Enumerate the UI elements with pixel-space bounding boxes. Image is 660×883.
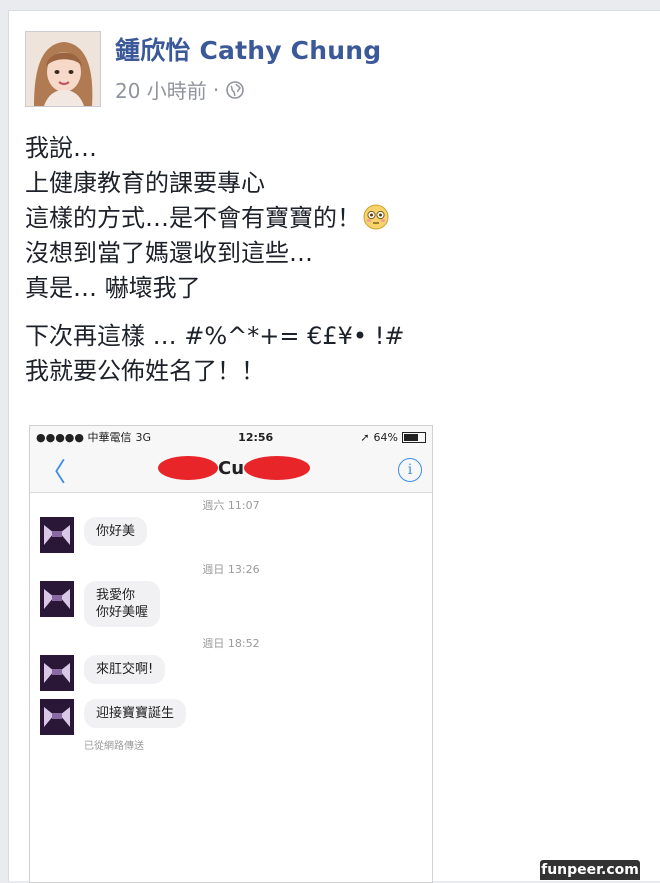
network-label: 3G — [135, 430, 152, 444]
facebook-post: 鍾欣怡 Cathy Chung 20 小時前 · 我說… 上健康教育的課要專心 … — [8, 10, 660, 883]
globe-icon[interactable] — [225, 80, 245, 100]
message-thread: 週六 11:07 你好美 週日 13:26 我愛你 你好美喔 週日 18:52 … — [30, 497, 432, 752]
site-watermark: funpeer.com — [540, 860, 640, 880]
phone-screenshot: ●●●●● 中華電信 3G 12:56 ➚ 64% 〈 Cu i 週六 11:0… — [29, 425, 433, 883]
message-bubble[interactable]: 來肛交啊! — [84, 655, 166, 684]
author-name[interactable]: 鍾欣怡 Cathy Chung — [115, 31, 381, 67]
chevron-left-icon[interactable]: 〈 — [40, 452, 66, 489]
message-text: 我愛你 — [96, 588, 136, 603]
post-body: 我說… 上健康教育的課要專心 這樣的方式…是不會有寶寶的！ 沒想到當了媽還收到這… — [25, 131, 404, 402]
battery-percent: 64% — [373, 430, 398, 444]
post-meta: 20 小時前 · — [115, 75, 245, 104]
post-line: 真是… 嚇壞我了 — [25, 274, 201, 302]
post-line: 下次再這樣 … #%^*+= €£¥• !# — [25, 322, 405, 350]
location-icon: ➚ — [360, 430, 370, 444]
thread-timestamp: 週六 11:07 — [202, 499, 260, 512]
delivery-status: 已從網路傳送 — [84, 741, 144, 752]
post-paragraph-1: 我說… 上健康教育的課要專心 這樣的方式…是不會有寶寶的！ 沒想到當了媽還收到這… — [25, 131, 404, 306]
messages-nav-bar: 〈 Cu i — [30, 448, 432, 493]
post-line: 我就要公佈姓名了！！ — [25, 357, 265, 385]
ios-status-bar: ●●●●● 中華電信 3G 12:56 ➚ 64% — [30, 426, 432, 448]
contact-name-visible: Cu — [218, 457, 245, 479]
post-line: 上健康教育的課要專心 — [25, 169, 265, 197]
post-paragraph-2: 下次再這樣 … #%^*+= €£¥• !# 我就要公佈姓名了！！ — [25, 319, 404, 389]
battery-icon — [402, 431, 426, 443]
profile-photo — [26, 32, 100, 106]
message-bubble[interactable]: 迎接寶寶誕生 — [84, 699, 187, 728]
post-line-with-emoji: 這樣的方式…是不會有寶寶的！ — [25, 201, 404, 236]
status-left: ●●●●● 中華電信 3G — [36, 429, 151, 445]
thread-timestamp: 週日 18:52 — [202, 637, 260, 650]
thread-timestamp: 週日 13:26 — [202, 563, 260, 576]
contact-name[interactable]: Cu — [158, 456, 311, 480]
message-bubble[interactable]: 我愛你 你好美喔 — [84, 581, 161, 627]
post-line-text: 這樣的方式…是不會有寶寶的！ — [25, 204, 361, 232]
carrier-label: ●●●●● 中華電信 — [36, 431, 132, 444]
sender-avatar — [40, 517, 74, 553]
sender-avatar — [40, 655, 74, 691]
message-row: 我愛你 你好美喔 — [40, 581, 432, 627]
redaction-mark — [244, 456, 311, 480]
meta-separator: · — [212, 77, 220, 102]
message-text: 來肛交啊! — [96, 662, 154, 677]
status-right: ➚ 64% — [360, 431, 426, 444]
sender-avatar — [40, 581, 74, 617]
flushed-face-emoji — [363, 204, 389, 230]
sender-avatar — [40, 699, 74, 735]
redaction-mark — [158, 456, 218, 480]
post-line: 我說… — [25, 134, 97, 162]
message-text: 你好美喔 — [96, 605, 149, 620]
message-text: 迎接寶寶誕生 — [96, 706, 175, 721]
message-row: 你好美 — [40, 517, 432, 553]
message-text: 你好美 — [96, 524, 136, 539]
info-icon[interactable]: i — [398, 458, 422, 482]
status-time: 12:56 — [238, 430, 274, 444]
message-bubble[interactable]: 你好美 — [84, 517, 148, 546]
post-timestamp[interactable]: 20 小時前 — [115, 75, 207, 104]
avatar[interactable] — [25, 31, 101, 107]
message-row: 迎接寶寶誕生 — [40, 699, 432, 735]
post-line: 沒想到當了媽還收到這些… — [25, 239, 313, 267]
message-row: 來肛交啊! — [40, 655, 432, 691]
